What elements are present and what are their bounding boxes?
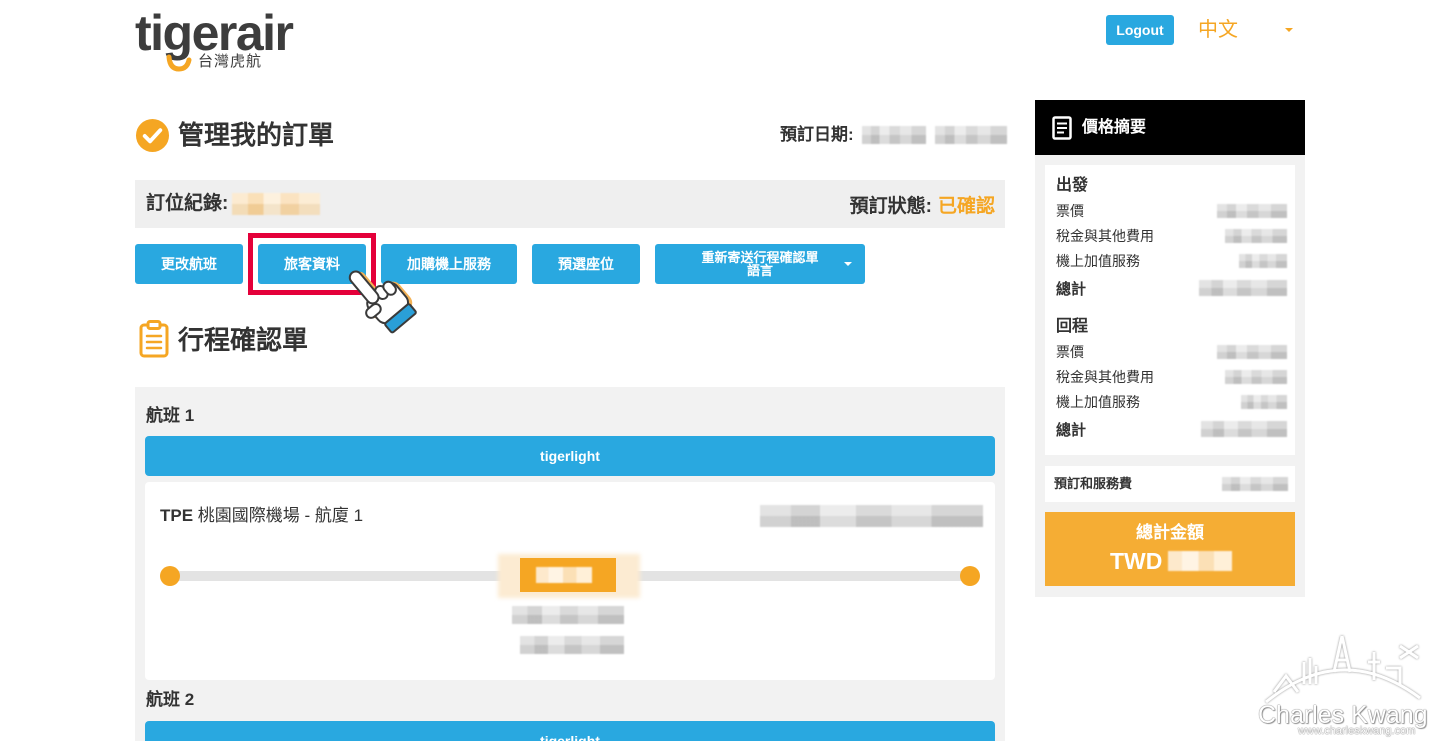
return-heading-label: 回程 (1056, 318, 1089, 335)
booking-status-label: 預訂狀態: (849, 195, 932, 217)
flight-date-redacted (520, 636, 624, 654)
row-label: 稅金與其他費用 (1056, 369, 1154, 385)
page-title: 管理我的訂單 (178, 120, 335, 150)
status-badge: 已確認 (937, 195, 995, 217)
resend-itinerary-button[interactable]: 重新寄送行程確認單 語言 (655, 244, 865, 284)
row-label: 總計 (1056, 421, 1087, 439)
price-breakdown-card: 出發 票價 稅金與其他費用 機上加值服務 總計 回程 票價 稅金與其他費用 機上… (1045, 165, 1295, 455)
row-label: 稅金與其他費用 (1056, 228, 1154, 244)
grand-total-box: 總計金額 TWD (1045, 512, 1295, 586)
redacted-value (1225, 370, 1287, 384)
grand-total-redacted (1168, 551, 1232, 571)
origin-code: TPE (160, 506, 194, 525)
passenger-info-button[interactable]: 旅客資料 (258, 244, 366, 284)
itinerary-panel: 航班 1 tigerlight TPE 桃園國際機場 - 航廈 1 航班 2 t… (135, 387, 1005, 741)
flight-1-fare-bar: tigerlight (145, 436, 995, 476)
timeline-start-dot (160, 566, 180, 586)
flight-1-label: 航班 1 (146, 406, 195, 425)
price-summary-panel: 出發 票價 稅金與其他費用 機上加值服務 總計 回程 票價 稅金與其他費用 機上… (1035, 155, 1305, 597)
row-label: 機上加值服務 (1056, 253, 1140, 269)
price-summary-title: 價格摘要 (1082, 119, 1147, 136)
redacted-value (1199, 280, 1287, 296)
price-summary-header: 價格摘要 (1035, 100, 1305, 155)
redacted-value (1241, 395, 1287, 409)
service-fee-redacted (1222, 477, 1288, 491)
watermark-name: Charles Kwang (1258, 701, 1428, 729)
booking-ref-redacted (232, 193, 320, 215)
booking-status: 預訂狀態: 已確認 (850, 180, 995, 228)
flight-number-badge (520, 558, 616, 592)
booking-time-redacted (935, 126, 1007, 144)
redacted-value (1217, 204, 1287, 218)
row-label: 機上加值服務 (1056, 394, 1140, 410)
departure-taxes-row: 稅金與其他費用 (1056, 226, 1287, 246)
flight-1-card: TPE 桃園國際機場 - 航廈 1 (145, 482, 995, 680)
flight-2-fare-bar: tigerlight (145, 721, 995, 741)
flight-duration-redacted (512, 606, 624, 624)
return-total-row: 總計 (1056, 419, 1287, 439)
booking-date-redacted (862, 126, 926, 144)
departure-addons-row: 機上加值服務 (1056, 251, 1287, 271)
return-heading: 回程 (1056, 314, 1287, 335)
row-label: 總計 (1056, 280, 1087, 298)
return-fare-row: 票價 (1056, 342, 1287, 362)
flight-1-origin: TPE 桃園國際機場 - 航廈 1 (160, 504, 363, 528)
itinerary-title: 行程確認單 (178, 325, 309, 355)
chevron-down-icon[interactable] (844, 262, 852, 266)
return-addons-row: 機上加值服務 (1056, 392, 1287, 412)
grand-total-currency: TWD (1110, 548, 1163, 574)
redacted-value (1239, 254, 1287, 268)
add-onboard-services-button[interactable]: 加購機上服務 (381, 244, 517, 284)
language-label: 中文 (1198, 19, 1238, 41)
resend-itinerary-sublabel: 語言 (746, 263, 773, 278)
change-flight-button[interactable]: 更改航班 (135, 244, 243, 284)
watermark-url: www.charleskwang.com (1298, 725, 1416, 737)
flight-number-redacted (536, 567, 592, 583)
service-fee-card: 預訂和服務費 (1045, 466, 1295, 502)
return-taxes-row: 稅金與其他費用 (1056, 367, 1287, 387)
watermark: Charles Kwang www.charleskwang.com (1250, 632, 1436, 740)
language-select[interactable]: 中文 (1198, 14, 1298, 46)
origin-name: 桃園國際機場 - 航廈 1 (197, 506, 364, 525)
redacted-value (1217, 345, 1287, 359)
clipboard-icon (139, 320, 169, 358)
row-label: 票價 (1056, 344, 1084, 360)
redacted-value (1225, 229, 1287, 243)
logo-smile-icon (166, 54, 192, 72)
grand-total-label: 總計金額 (1136, 523, 1204, 542)
check-circle-icon (135, 118, 170, 153)
booking-date-label: 預訂日期: (780, 125, 854, 144)
document-icon (1052, 116, 1072, 140)
departure-heading: 出發 (1056, 173, 1287, 194)
departure-heading-label: 出發 (1056, 177, 1089, 194)
departure-fare-row: 票價 (1056, 201, 1287, 221)
service-fee-label: 預訂和服務費 (1054, 476, 1133, 491)
booking-ref-label: 訂位紀錄: (146, 193, 229, 214)
redacted-value (1201, 421, 1287, 437)
logout-button[interactable]: Logout (1106, 15, 1174, 45)
row-label: 票價 (1056, 203, 1084, 219)
flight-2-label: 航班 2 (146, 690, 195, 709)
logo-wordmark: tigerair (135, 5, 294, 61)
chevron-down-icon (1285, 28, 1293, 32)
booking-reference-bar: 訂位紀錄: 預訂狀態: 已確認 (135, 180, 1005, 228)
logo-subtitle: 台灣虎航 (198, 53, 263, 70)
watermark-skyline (1265, 635, 1421, 704)
seat-selection-button[interactable]: 預選座位 (532, 244, 640, 284)
timeline-end-dot (960, 566, 980, 586)
tigerair-logo[interactable]: tigerair 台灣虎航 (135, 8, 305, 74)
flight-1-datetime-redacted (760, 505, 983, 527)
departure-total-row: 總計 (1056, 278, 1287, 298)
